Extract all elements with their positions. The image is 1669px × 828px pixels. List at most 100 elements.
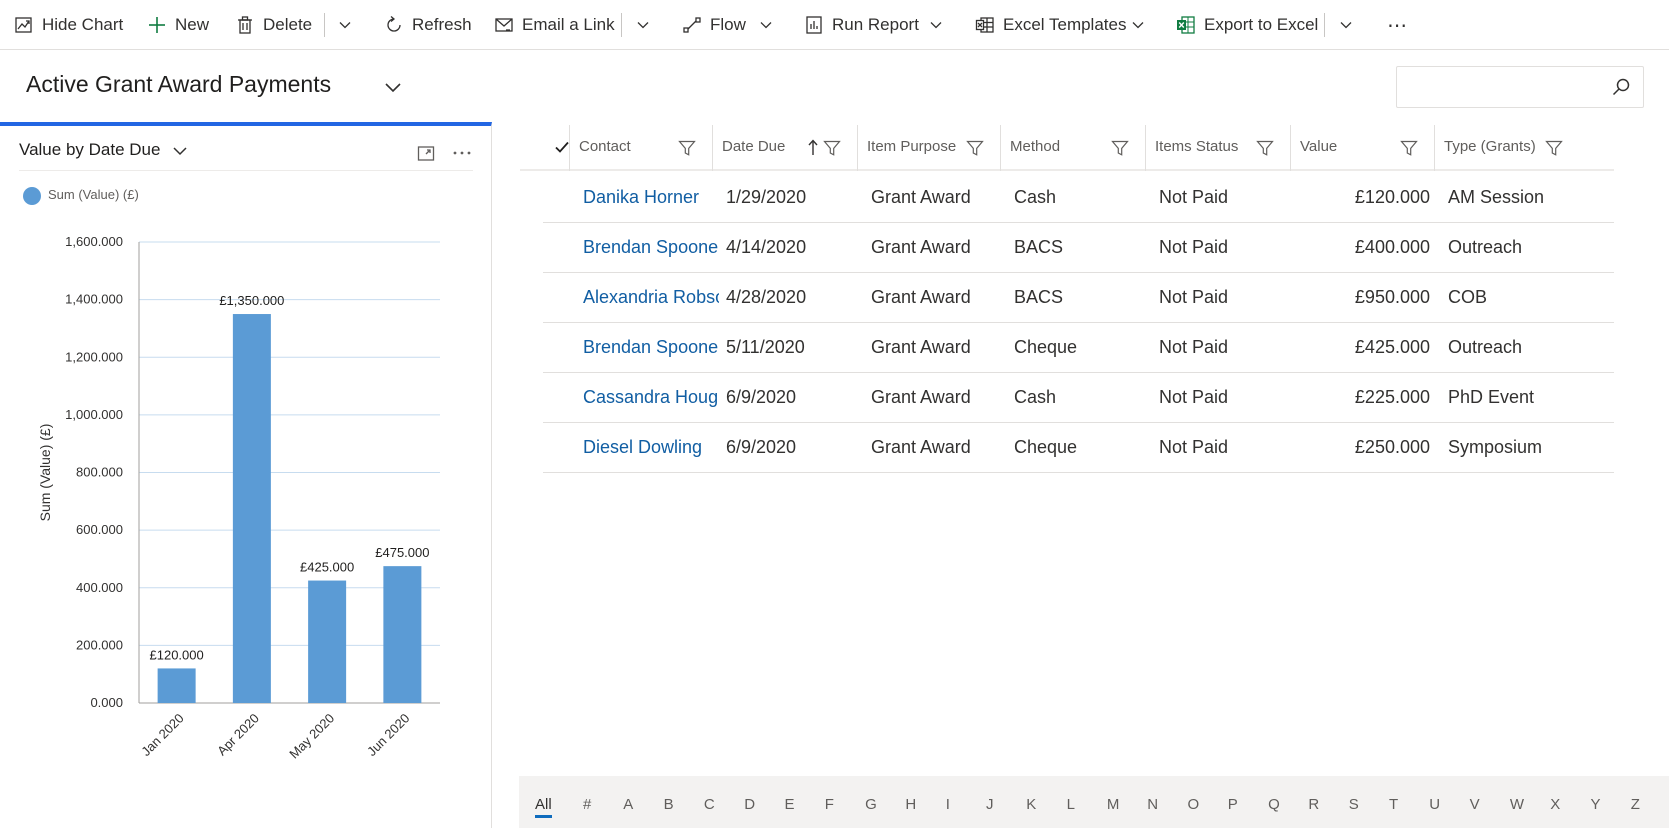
filter-icon[interactable] — [966, 140, 984, 157]
table-row[interactable]: Cassandra Hough. 6/9/2020 Grant Award Cash N… — [543, 373, 1614, 423]
more-commands-button[interactable]: ⋯ — [1387, 0, 1407, 50]
filter-icon[interactable] — [1111, 140, 1129, 157]
jump-bar-item-s[interactable]: S — [1349, 796, 1359, 813]
hide-chart-button[interactable]: Hide Chart — [14, 0, 123, 50]
cell-type: PhD Event — [1448, 387, 1535, 407]
export-excel-button[interactable]: Export to Excel — [1176, 0, 1318, 50]
jump-bar-item-u[interactable]: U — [1429, 796, 1440, 813]
cell-contact[interactable]: Danika Horner — [583, 187, 719, 208]
cell-contact[interactable]: Brendan Spooner. — [583, 237, 719, 258]
email-link-button[interactable]: Email a Link — [494, 0, 615, 50]
chart-bar[interactable] — [383, 566, 422, 703]
jump-bar-item-y[interactable]: Y — [1591, 796, 1601, 813]
chart-icon — [15, 17, 32, 33]
jump-bar-item-d[interactable]: D — [744, 796, 755, 813]
search-input[interactable] — [1405, 75, 1595, 99]
table-row[interactable]: Brendan Spooner. 4/14/2020 Grant Award BACS… — [543, 223, 1614, 273]
chart-bar[interactable] — [232, 314, 271, 703]
view-selector-chevron-icon[interactable] — [383, 80, 403, 96]
jump-bar-item-o[interactable]: O — [1188, 796, 1200, 813]
cell-method: Cheque — [1014, 337, 1078, 357]
run-report-dropdown[interactable] — [924, 0, 948, 50]
cell-contact[interactable]: Diesel Dowling — [583, 437, 719, 458]
jump-bar-item-m[interactable]: M — [1107, 796, 1120, 813]
cell-value: £120.000 — [1354, 187, 1430, 207]
table-row[interactable]: Diesel Dowling 6/9/2020 Grant Award Cheque N… — [543, 423, 1614, 473]
table-row[interactable]: Alexandria Robsor 4/28/2020 Grant Award BAC… — [543, 273, 1614, 323]
jump-bar-item-hash[interactable]: # — [583, 796, 591, 813]
excel-templates-dropdown[interactable] — [1126, 0, 1150, 50]
cell-item-purpose: Grant Award — [871, 237, 971, 257]
jump-bar-item-i[interactable]: I — [946, 796, 950, 813]
x-tick-label: May 2020 — [286, 711, 337, 762]
jump-bar-item-q[interactable]: Q — [1268, 796, 1280, 813]
export-more-dropdown[interactable] — [1334, 0, 1358, 50]
filter-icon[interactable] — [678, 140, 696, 157]
chart-selector-chevron-icon[interactable] — [172, 144, 188, 158]
refresh-button[interactable]: Refresh — [384, 0, 472, 50]
jump-bar-item-a[interactable]: A — [623, 796, 633, 813]
excel-templates-button[interactable]: Excel Templates — [975, 0, 1126, 50]
flow-dropdown[interactable] — [754, 0, 778, 50]
jump-bar-item-f[interactable]: F — [825, 796, 834, 813]
jump-bar-item-g[interactable]: G — [865, 796, 877, 813]
jump-bar-item-w[interactable]: W — [1510, 796, 1524, 813]
delete-button[interactable]: Delete — [235, 0, 312, 50]
chart-bar[interactable] — [157, 668, 196, 703]
jump-bar-item-r[interactable]: R — [1308, 796, 1319, 813]
plus-icon — [149, 17, 165, 33]
excel-templates-label: Excel Templates — [1003, 15, 1127, 34]
jump-bar-item-l[interactable]: L — [1067, 796, 1075, 813]
expand-chart-icon[interactable] — [417, 144, 435, 162]
view-title[interactable]: Active Grant Award Payments — [26, 71, 331, 98]
column-header-contact[interactable]: Contact — [569, 125, 712, 171]
filter-icon[interactable] — [823, 140, 841, 157]
flow-button[interactable]: Flow — [682, 0, 746, 50]
jump-bar-item-b[interactable]: B — [664, 796, 674, 813]
search-icon[interactable] — [1611, 77, 1631, 97]
run-report-button[interactable]: Run Report — [804, 0, 919, 50]
flow-icon — [683, 17, 701, 33]
table-row[interactable]: Brendan Spooner. 5/11/2020 Grant Award Cheq… — [543, 323, 1614, 373]
filter-icon[interactable] — [1400, 140, 1418, 157]
chart-bar[interactable] — [308, 580, 347, 703]
cell-contact[interactable]: Brendan Spooner. — [583, 337, 719, 358]
column-header-method[interactable]: Method — [1000, 125, 1145, 171]
cell-contact[interactable]: Alexandria Robsor — [583, 287, 719, 308]
jump-bar-item-j[interactable]: J — [986, 796, 994, 813]
excel-icon — [1177, 16, 1195, 34]
jump-bar-item-n[interactable]: N — [1147, 796, 1158, 813]
chart-title[interactable]: Value by Date Due — [19, 140, 160, 160]
jump-bar-item-v[interactable]: V — [1470, 796, 1480, 813]
email-more-dropdown[interactable] — [631, 0, 655, 50]
jump-bar-item-p[interactable]: P — [1228, 796, 1238, 813]
separator — [1324, 13, 1325, 37]
jump-bar-item-all[interactable]: All — [535, 796, 552, 818]
legend-label[interactable]: Sum (Value) (£) — [48, 187, 139, 202]
filter-icon[interactable] — [1256, 140, 1274, 157]
cell-value: £400.000 — [1354, 237, 1430, 257]
column-header-value[interactable]: Value — [1290, 125, 1434, 171]
new-button[interactable]: New — [147, 0, 209, 50]
chart-more-options-icon[interactable] — [451, 144, 473, 162]
column-header-date-due[interactable]: Date Due — [712, 125, 857, 171]
cell-value: £225.000 — [1354, 387, 1430, 407]
y-tick-label: 0.000 — [90, 695, 123, 710]
column-header-items-status[interactable]: Items Status — [1145, 125, 1290, 171]
delete-more-dropdown[interactable] — [333, 0, 357, 50]
cell-contact[interactable]: Cassandra Hough. — [583, 387, 719, 408]
column-header-item-purpose[interactable]: Item Purpose — [857, 125, 1000, 171]
column-header-type-grants[interactable]: Type (Grants) — [1434, 125, 1579, 171]
jump-bar-item-h[interactable]: H — [905, 796, 916, 813]
select-all-checkmark-icon[interactable] — [554, 139, 570, 155]
cell-item-purpose: Grant Award — [871, 337, 971, 357]
jump-bar-item-t[interactable]: T — [1389, 796, 1398, 813]
jump-bar-item-x[interactable]: X — [1550, 796, 1560, 813]
jump-bar-item-c[interactable]: C — [704, 796, 715, 813]
jump-bar-item-e[interactable]: E — [785, 796, 795, 813]
filter-icon[interactable] — [1545, 140, 1563, 157]
jump-bar-item-z[interactable]: Z — [1631, 796, 1640, 813]
table-row[interactable]: Danika Horner 1/29/2020 Grant Award Cash Not… — [543, 173, 1614, 223]
jump-bar-item-k[interactable]: K — [1026, 796, 1036, 813]
sort-ascending-icon[interactable] — [807, 138, 819, 156]
